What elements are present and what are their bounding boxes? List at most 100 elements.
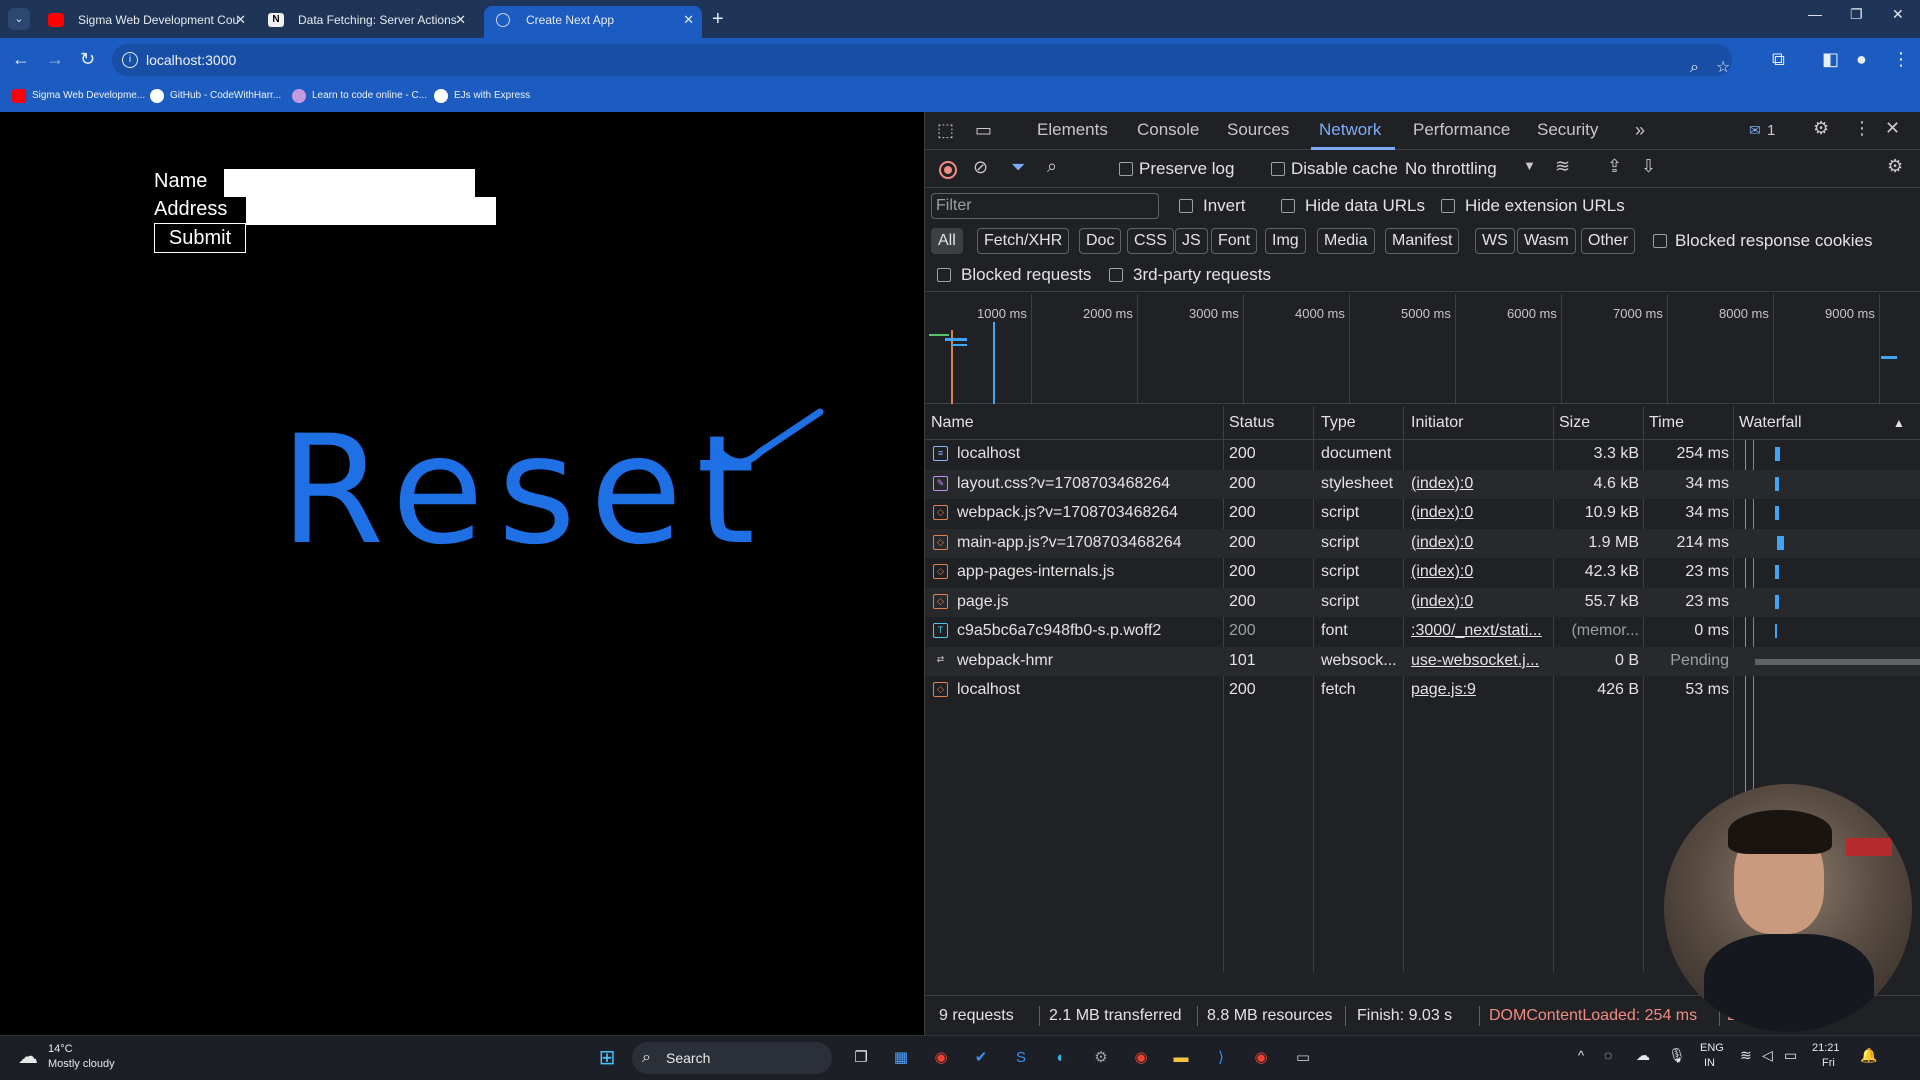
menu-icon[interactable]: ⋮ <box>1892 48 1910 70</box>
close-icon[interactable]: ✕ <box>455 6 466 34</box>
battery-icon[interactable]: ▭ <box>1784 1047 1797 1064</box>
column-header-type[interactable]: Type <box>1321 414 1356 432</box>
address-input-field[interactable] <box>246 197 496 225</box>
tab-performance[interactable]: Performance <box>1413 120 1510 140</box>
microphone-icon[interactable]: 🎙 <box>1668 1047 1686 1064</box>
vscode-icon[interactable]: ⟩ <box>1208 1045 1234 1071</box>
table-row[interactable]: ◇ webpack.js?v=1708703468264 200 script (ind… <box>925 499 1920 528</box>
volume-icon[interactable]: ◁ <box>1762 1047 1773 1064</box>
tray-app-icon[interactable]: ◌ <box>1604 1047 1612 1063</box>
type-filter-media[interactable]: Media <box>1317 228 1375 254</box>
invert-checkbox[interactable] <box>1179 199 1193 213</box>
tab-sources[interactable]: Sources <box>1227 120 1289 140</box>
file-explorer-icon[interactable]: ▬ <box>1168 1045 1194 1071</box>
blocked-requests-checkbox[interactable] <box>937 268 951 282</box>
device-toolbar-icon[interactable]: ▭ <box>975 120 992 141</box>
language-secondary[interactable]: IN <box>1704 1057 1715 1069</box>
browser-tab-1[interactable]: Sigma Web Development Course - W ✕ <box>36 6 254 38</box>
column-header-waterfall[interactable]: Waterfall <box>1739 414 1802 432</box>
disable-cache-checkbox[interactable] <box>1271 162 1285 176</box>
extensions-icon[interactable]: ⧉ <box>1772 48 1785 70</box>
cell-initiator[interactable]: (index):0 <box>1411 593 1549 611</box>
chevron-down-icon[interactable]: ▼ <box>1523 158 1536 173</box>
bookmark-item[interactable]: EJs with Express <box>434 88 530 104</box>
cell-initiator[interactable]: (index):0 <box>1411 475 1549 493</box>
network-overview-timeline[interactable]: 1000 ms 2000 ms 3000 ms 4000 ms 5000 ms … <box>925 294 1920 404</box>
browser-tab-3[interactable]: Create Next App ✕ <box>484 6 702 38</box>
blocked-response-cookies-checkbox[interactable] <box>1653 234 1667 248</box>
tab-network[interactable]: Network <box>1319 120 1381 140</box>
chrome-profile-icon[interactable]: ◉ <box>1128 1045 1154 1071</box>
profile-icon[interactable]: ● <box>1856 48 1867 70</box>
import-har-icon[interactable]: ⇪ <box>1607 156 1622 177</box>
restore-icon[interactable]: ❐ <box>1850 6 1863 23</box>
type-filter-ws[interactable]: WS <box>1475 228 1515 254</box>
column-header-size[interactable]: Size <box>1559 414 1590 432</box>
tab-elements[interactable]: Elements <box>1037 120 1108 140</box>
tab-security[interactable]: Security <box>1537 120 1598 140</box>
column-header-status[interactable]: Status <box>1229 414 1274 432</box>
zoom-icon[interactable]: ⌕ <box>1690 52 1699 84</box>
chrome-active-icon[interactable]: ◉ <box>1248 1045 1274 1071</box>
wifi-icon[interactable]: ≋ <box>1740 1047 1752 1064</box>
table-row[interactable]: Tc9a5bc6a7c948fb0-s.p.woff2 200 font:3000/… <box>925 617 1920 646</box>
submit-button[interactable]: Submit <box>154 223 246 253</box>
tab-search-button[interactable]: ⌄ <box>8 8 30 30</box>
table-row[interactable]: ◇ page.js 200 script (index):0 55.7 kB 23 ms <box>925 587 1920 617</box>
language-primary[interactable]: ENG <box>1700 1042 1724 1054</box>
search-icon[interactable]: ⌕ <box>1047 156 1057 177</box>
settings-icon[interactable]: ⚙ <box>1088 1045 1114 1071</box>
table-row[interactable]: ◇ main-app.js?v=1708703468264 200 script (in… <box>925 528 1920 558</box>
star-icon[interactable]: ☆ <box>1716 52 1730 84</box>
close-icon[interactable]: ✕ <box>235 6 246 34</box>
type-filter-other[interactable]: Other <box>1581 228 1636 254</box>
terminal-icon[interactable]: ▭ <box>1290 1045 1316 1071</box>
cell-initiator[interactable]: use-websocket.j... <box>1411 652 1549 670</box>
cell-initiator[interactable]: (index):0 <box>1411 563 1549 581</box>
filter-icon[interactable]: ⏷ <box>1011 157 1025 178</box>
chevron-up-icon[interactable]: ^ <box>1578 1048 1584 1063</box>
throttling-select[interactable]: No throttling <box>1405 159 1497 179</box>
settings-gear-icon[interactable]: ⚙ <box>1813 118 1829 139</box>
minimize-icon[interactable]: — <box>1808 6 1822 22</box>
cell-initiator[interactable]: page.js:9 <box>1411 681 1549 699</box>
type-filter-wasm[interactable]: Wasm <box>1517 228 1576 254</box>
type-filter-fetch-xhr[interactable]: Fetch/XHR <box>977 228 1070 254</box>
sort-ascending-icon[interactable]: ▲ <box>1893 416 1905 430</box>
network-conditions-icon[interactable]: ≋ <box>1555 156 1570 177</box>
reload-icon[interactable]: ↻ <box>80 48 95 70</box>
table-row[interactable]: ◇ localhost 200 fetch page.js:9 426 B 53 ms <box>925 676 1920 705</box>
network-settings-gear-icon[interactable]: ⚙ <box>1887 156 1903 177</box>
type-filter-manifest[interactable]: Manifest <box>1385 228 1460 254</box>
cell-initiator[interactable]: (index):0 <box>1411 534 1549 552</box>
taskbar-search-box[interactable]: ⌕ Search <box>632 1042 832 1074</box>
edge-icon[interactable]: ◐ <box>1048 1045 1074 1071</box>
browser-tab-2[interactable]: N Data Fetching: Server Actions and M ✕ <box>256 6 474 38</box>
table-row[interactable]: ≡ localhost 200 document 3.3 kB 254 ms <box>925 440 1920 469</box>
bookmark-item[interactable]: Sigma Web Developme... <box>12 88 145 104</box>
column-header-initiator[interactable]: Initiator <box>1411 414 1463 432</box>
hide-extension-urls-checkbox[interactable] <box>1441 199 1455 213</box>
close-icon[interactable]: ✕ <box>683 6 694 34</box>
tab-console[interactable]: Console <box>1137 120 1199 140</box>
clear-icon[interactable]: ⊘ <box>973 157 988 178</box>
side-panel-icon[interactable]: ◧ <box>1822 48 1839 70</box>
onedrive-icon[interactable]: ☁ <box>1636 1047 1650 1064</box>
table-row[interactable]: ✎ layout.css?v=1708703468264 200 stylesheet… <box>925 469 1920 499</box>
type-filter-js[interactable]: JS <box>1175 228 1208 254</box>
third-party-requests-checkbox[interactable] <box>1109 268 1123 282</box>
chrome-icon[interactable]: ◉ <box>928 1045 954 1071</box>
back-icon[interactable]: ← <box>12 48 30 70</box>
new-tab-button[interactable]: + <box>712 8 724 30</box>
notifications-icon[interactable]: 🔔 <box>1860 1047 1877 1064</box>
calendar-app-icon[interactable]: ▦ <box>888 1045 914 1071</box>
more-options-icon[interactable]: ⋮ <box>1853 118 1871 139</box>
column-header-name[interactable]: Name <box>931 414 974 432</box>
inspect-element-icon[interactable]: ⬚ <box>937 120 954 141</box>
skype-icon[interactable]: S <box>1008 1045 1034 1071</box>
type-filter-css[interactable]: CSS <box>1127 228 1174 254</box>
cell-initiator[interactable]: :3000/_next/stati... <box>1411 622 1549 640</box>
close-devtools-icon[interactable]: ✕ <box>1885 118 1900 139</box>
filter-input[interactable] <box>931 193 1159 219</box>
windows-start-icon[interactable]: ⊞ <box>594 1045 620 1071</box>
